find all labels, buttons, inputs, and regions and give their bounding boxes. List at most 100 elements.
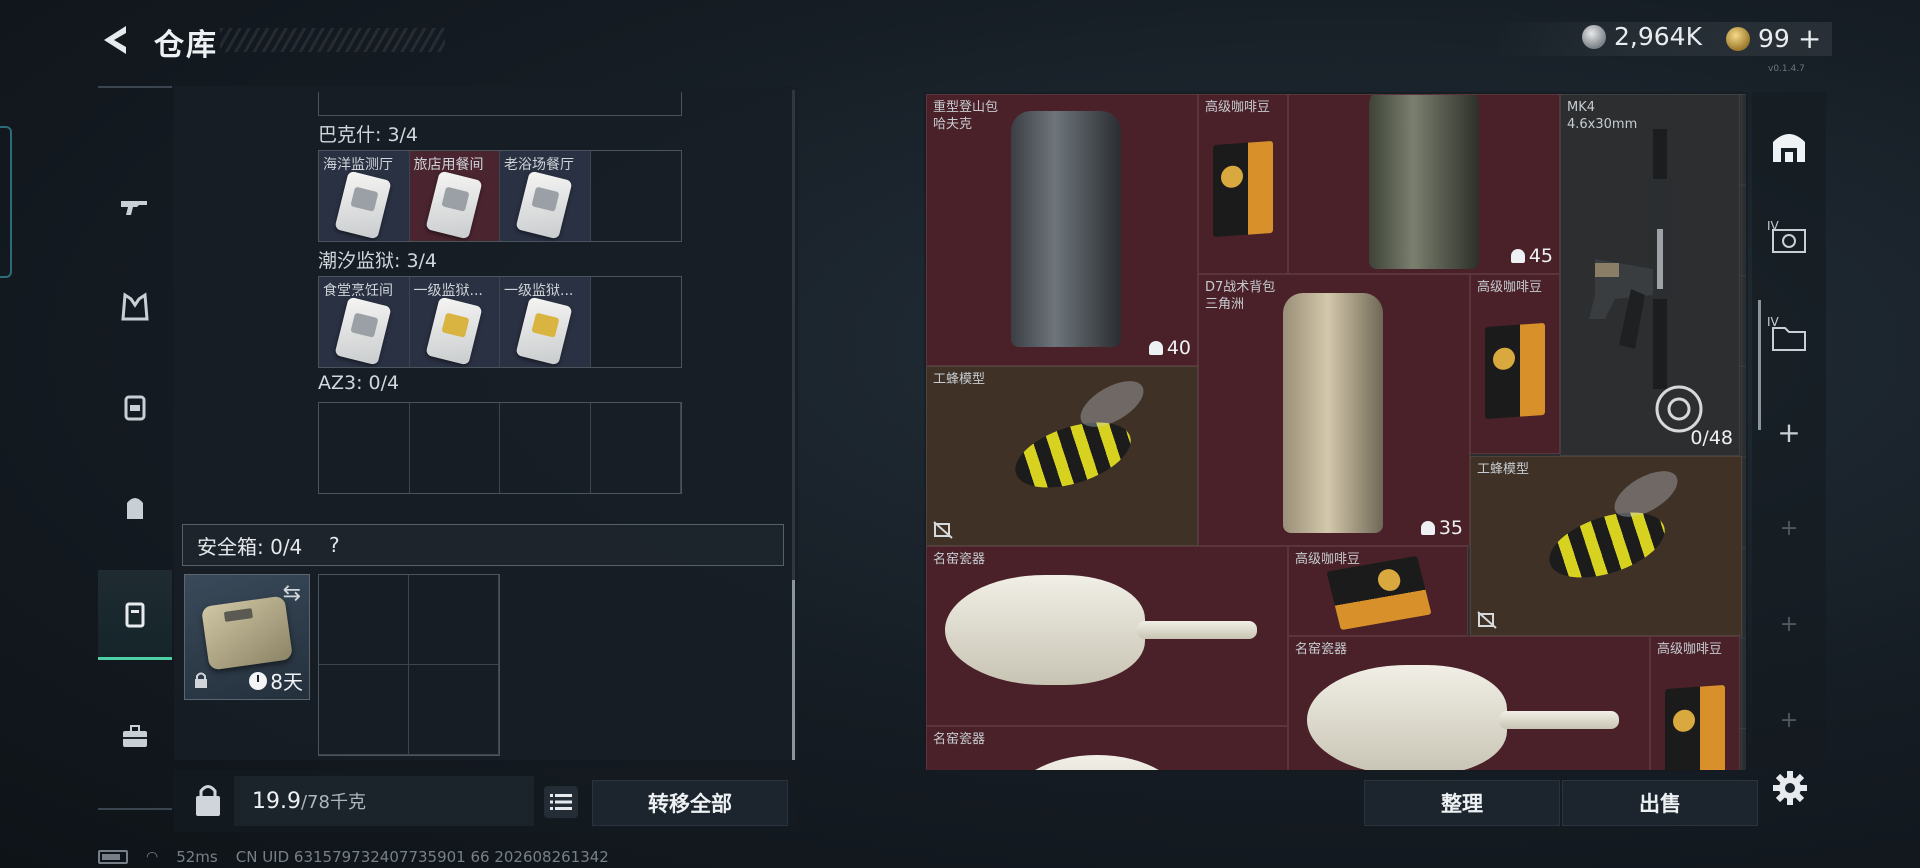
- weight-lock-icon[interactable]: [192, 782, 224, 820]
- back-arrow-icon[interactable]: [96, 20, 136, 60]
- weight-display: 19.9 /78千克: [234, 776, 534, 826]
- rail-weapon-icon[interactable]: [98, 170, 172, 244]
- inventory-item-coffee[interactable]: 高级咖啡豆: [1288, 546, 1468, 636]
- item-name: D7战术背包 三角洲: [1205, 280, 1276, 312]
- container-grid-top: [318, 92, 682, 116]
- empty-slot[interactable]: [591, 277, 682, 367]
- item-name: 工蜂模型: [933, 372, 986, 387]
- inventory-item-backpack[interactable]: 45: [1288, 94, 1560, 274]
- ghost-icon: [1148, 341, 1163, 355]
- keycard-icon: [424, 170, 483, 240]
- keycard-slot[interactable]: 食堂烹饪间: [319, 277, 410, 367]
- rail-vest-icon[interactable]: [98, 370, 172, 444]
- no-insurance-icon: [933, 521, 953, 539]
- main-storage-icon[interactable]: [1752, 116, 1826, 176]
- rail-armor-icon[interactable]: [98, 270, 172, 344]
- list-icon[interactable]: [544, 786, 578, 818]
- empty-slot[interactable]: [500, 403, 591, 493]
- timer-value: 8天: [270, 670, 303, 694]
- no-insurance-icon: [1477, 611, 1497, 629]
- container-label-az3: AZ3: 0/4: [318, 372, 400, 394]
- safe-case-icon: [200, 595, 294, 671]
- inventory-item-heavy-backpack[interactable]: 重型登山包 哈夫克 40: [926, 94, 1198, 366]
- status-bar: ◠ 52ms CN UID 631579732407735901 66 2026…: [98, 848, 609, 866]
- coffee-bag-image: [1665, 684, 1725, 770]
- keycard-name: 一级监狱...: [504, 283, 574, 299]
- item-count: 45: [1510, 245, 1553, 267]
- item-name: 工蜂模型: [1477, 462, 1530, 477]
- keycard-name: 旅店用餐间: [413, 157, 484, 173]
- inventory-item-vase[interactable]: 名窑瓷器: [926, 546, 1288, 726]
- bee-image: [1007, 409, 1139, 501]
- gold-coin-icon: [1726, 26, 1750, 51]
- add-storage-icon[interactable]: +: [1752, 594, 1826, 654]
- container-grid-prison: 食堂烹饪间 一级监狱... 一级监狱...: [318, 276, 682, 368]
- inventory-item-vase[interactable]: 名窑瓷器: [1288, 636, 1650, 770]
- item-count: 35: [1420, 517, 1463, 539]
- keycard-name: 食堂烹饪间: [323, 283, 393, 299]
- silver-currency[interactable]: 2,964K: [1582, 22, 1702, 51]
- clock-icon: [249, 671, 268, 690]
- empty-slot[interactable]: [319, 403, 410, 493]
- inventory-item-coffee[interactable]: 高级咖啡豆: [1470, 274, 1560, 454]
- keycard-slot[interactable]: 老浴场餐厅: [500, 151, 591, 241]
- category-rail: [98, 86, 172, 810]
- add-storage-icon[interactable]: +: [1752, 690, 1826, 750]
- keycard-name: 老浴场餐厅: [504, 157, 574, 173]
- gold-currency[interactable]: 99 +: [1726, 22, 1821, 55]
- rail-toolbox-icon[interactable]: [98, 700, 172, 774]
- lock-icon: [193, 671, 209, 693]
- vase-neck: [1137, 621, 1257, 639]
- safe-box-title: 安全箱: 0/4: [197, 534, 303, 559]
- scrollbar-thumb[interactable]: [792, 580, 795, 760]
- sell-button[interactable]: 出售: [1562, 780, 1758, 826]
- sort-button[interactable]: 整理: [1364, 780, 1560, 826]
- battery-icon: [98, 850, 128, 864]
- keycard-slot[interactable]: 旅店用餐间: [409, 151, 500, 241]
- safe-box-header: 安全箱: 0/4 ?: [182, 524, 784, 566]
- keycard-slot[interactable]: 海洋监测厅: [319, 151, 410, 241]
- inventory-item-vase[interactable]: 名窑瓷器: [926, 726, 1288, 770]
- inventory-item-bee-model[interactable]: 工蜂模型: [1470, 456, 1742, 636]
- item-name: 名窑瓷器: [1295, 642, 1348, 657]
- inventory-item-bee-model[interactable]: 工蜂模型: [926, 366, 1198, 546]
- rail-backpack-icon[interactable]: [98, 470, 172, 544]
- transfer-all-button[interactable]: 转移全部: [592, 780, 788, 826]
- empty-slot[interactable]: [591, 151, 682, 241]
- keycard-slot[interactable]: 一级监狱...: [409, 277, 500, 367]
- side-handle[interactable]: [0, 126, 12, 278]
- gold-amount: 99: [1758, 24, 1790, 53]
- keycard-slot[interactable]: 一级监狱...: [500, 277, 591, 367]
- inventory-item-coffee[interactable]: 高级咖啡豆: [1198, 94, 1288, 274]
- container-grid-az3: [318, 402, 682, 494]
- inventory-item-coffee[interactable]: 高级咖啡豆: [1650, 636, 1740, 770]
- item-name: 名窑瓷器: [933, 732, 986, 747]
- gear-icon[interactable]: [1770, 768, 1810, 808]
- container-label-bakesh: 巴克什: 3/4: [318, 124, 419, 146]
- uid-text: CN UID 631579732407735901 66 20260826134…: [235, 848, 609, 866]
- ammo-count: 0/48: [1690, 427, 1733, 449]
- inventory-item-d7-backpack[interactable]: D7战术背包 三角洲 35: [1198, 274, 1470, 546]
- swap-icon[interactable]: ⇆: [283, 581, 301, 606]
- help-icon[interactable]: ?: [320, 531, 348, 559]
- vase-image: [1007, 755, 1187, 770]
- safe-box-grid[interactable]: [318, 574, 500, 756]
- silver-coin-icon: [1582, 24, 1606, 49]
- backpack-image: [1011, 111, 1121, 347]
- safe-box-item[interactable]: ⇆ 8天: [184, 574, 310, 700]
- storage-tab-iv-1-icon[interactable]: IV: [1752, 208, 1826, 268]
- add-storage-icon[interactable]: +: [1752, 498, 1826, 558]
- gold-plus-icon[interactable]: +: [1798, 22, 1821, 55]
- silver-amount: 2,964K: [1614, 22, 1702, 51]
- item-count: 40: [1148, 337, 1191, 359]
- vase-neck: [1499, 711, 1619, 729]
- inventory-grid: 重型登山包 哈夫克 40 高级咖啡豆 45 MK4 4.6x30mm 0/48 D7…: [926, 94, 1746, 770]
- keycard-name: 海洋监测厅: [323, 157, 393, 173]
- add-storage-icon[interactable]: +: [1752, 402, 1826, 462]
- vase-image: [945, 575, 1145, 685]
- empty-slot[interactable]: [591, 403, 681, 493]
- rail-safe-box-icon[interactable]: [98, 570, 172, 660]
- storage-tab-iv-2-icon[interactable]: IV: [1752, 304, 1826, 364]
- empty-slot[interactable]: [410, 403, 500, 493]
- inventory-item-mk4[interactable]: MK4 4.6x30mm 0/48: [1560, 94, 1740, 456]
